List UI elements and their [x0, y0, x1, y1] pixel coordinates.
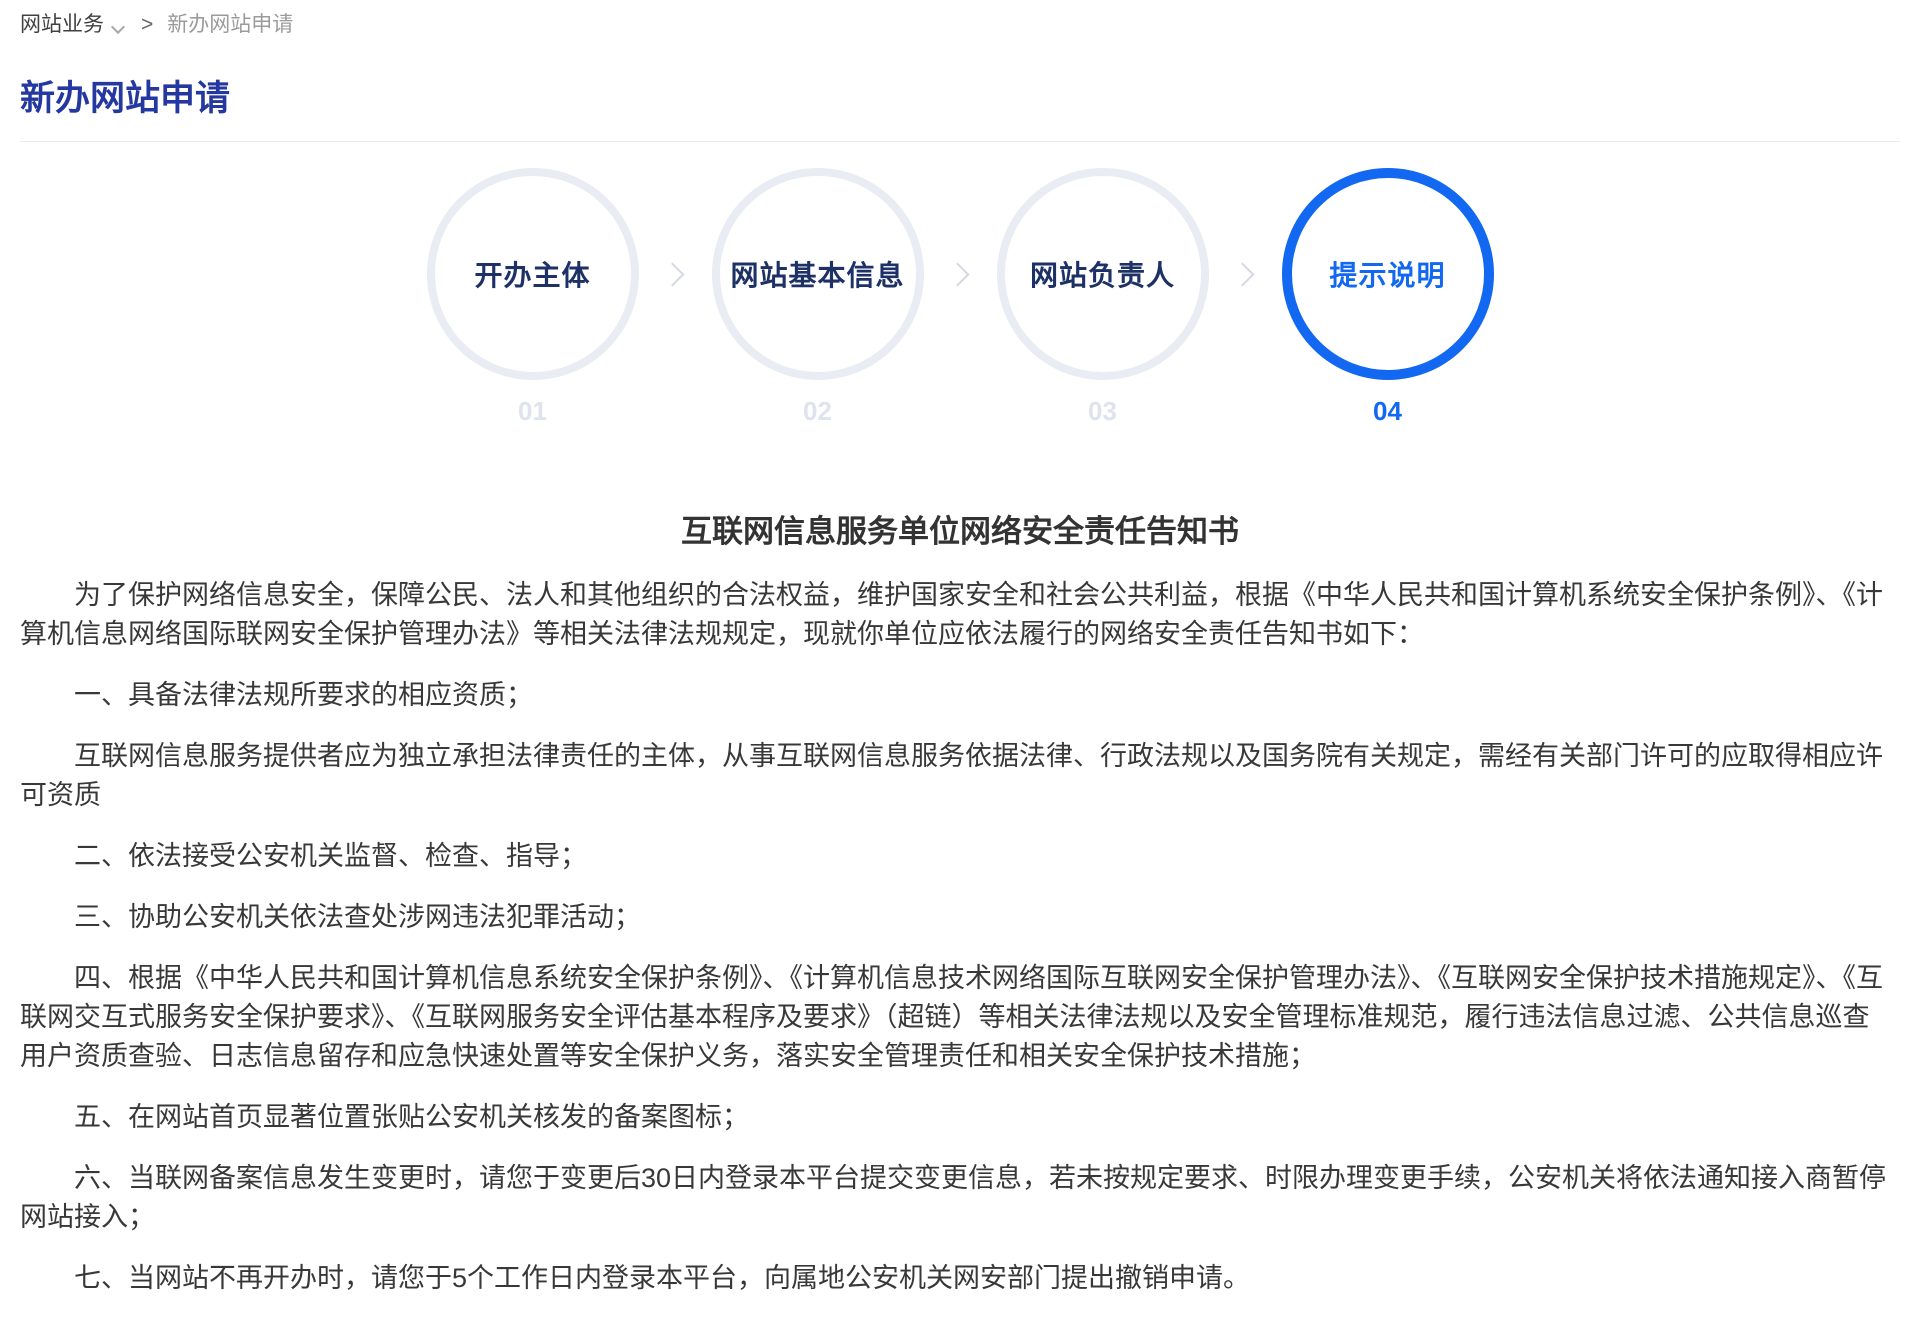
chevron-right-icon [1230, 262, 1254, 286]
breadcrumb: 网站业务 > 新办网站申请 [20, 0, 1900, 38]
notice-paragraph: 一、具备法律法规所要求的相应资质； [20, 676, 1900, 715]
step-2-label: 网站基本信息 [730, 254, 904, 294]
notice-title: 互联网信息服务单位网络安全责任告知书 [20, 510, 1900, 554]
notice-paragraph: 互联网信息服务提供者应为独立承担法律责任的主体，从事互联网信息服务依据法律、行政… [20, 737, 1900, 815]
chevron-right-icon [945, 262, 969, 286]
step-3-wangzhan-fuzeren: 网站负责人 03 [997, 168, 1209, 426]
notice-paragraph: 四、根据《中华人民共和国计算机信息系统安全保护条例》、《计算机信息技术网络国际互… [20, 959, 1900, 1076]
step-1-label: 开办主体 [474, 254, 590, 294]
step-1-kaiban-zhuti: 开办主体 01 [427, 168, 639, 426]
step-4-tishi-shuoming: 提示说明 04 [1282, 168, 1494, 426]
step-separator [1209, 168, 1282, 380]
notice-body: 为了保护网络信息安全，保障公民、法人和其他组织的合法权益，维护国家安全和社会公共… [20, 576, 1900, 1298]
notice-paragraph: 五、在网站首页显著位置张贴公安机关核发的备案图标； [20, 1098, 1900, 1137]
step-1-circle: 开办主体 [427, 168, 639, 380]
step-4-label: 提示说明 [1329, 254, 1445, 294]
step-4-number: 04 [1373, 396, 1402, 426]
step-2-circle: 网站基本信息 [712, 168, 924, 380]
breadcrumb-root[interactable]: 网站业务 [20, 12, 104, 38]
step-1-number: 01 [518, 396, 547, 426]
chevron-right-icon [660, 262, 684, 286]
caret-down-icon[interactable] [112, 21, 125, 34]
step-4-circle: 提示说明 [1282, 168, 1494, 380]
notice-document: 互联网信息服务单位网络安全责任告知书 为了保护网络信息安全，保障公民、法人和其他… [20, 510, 1900, 1298]
step-2-wangzhan-jiben-xinxi: 网站基本信息 02 [712, 168, 924, 426]
breadcrumb-current: 新办网站申请 [167, 12, 293, 38]
chevron-right-icon: > [141, 12, 153, 38]
step-3-circle: 网站负责人 [997, 168, 1209, 380]
step-3-number: 03 [1088, 396, 1117, 426]
notice-paragraph: 七、当网站不再开办时，请您于5个工作日内登录本平台，向属地公安机关网安部门提出撤… [20, 1259, 1900, 1298]
page-header: 新办网站申请 [20, 78, 1900, 142]
notice-paragraph: 六、当联网备案信息发生变更时，请您于变更后30日内登录本平台提交变更信息，若未按… [20, 1159, 1900, 1237]
step-separator [924, 168, 997, 380]
step-3-label: 网站负责人 [1030, 254, 1175, 294]
page: 网站业务 > 新办网站申请 新办网站申请 开办主体 01 网站基本信息 02 [0, 0, 1920, 1324]
notice-paragraph: 二、依法接受公安机关监督、检查、指导； [20, 837, 1900, 876]
page-title: 新办网站申请 [20, 78, 1900, 120]
notice-paragraph: 为了保护网络信息安全，保障公民、法人和其他组织的合法权益，维护国家安全和社会公共… [20, 576, 1900, 654]
step-2-number: 02 [803, 396, 832, 426]
stepper: 开办主体 01 网站基本信息 02 网站负责人 03 提示 [20, 168, 1900, 426]
step-separator [639, 168, 712, 380]
notice-paragraph: 三、协助公安机关依法查处涉网违法犯罪活动； [20, 898, 1900, 937]
